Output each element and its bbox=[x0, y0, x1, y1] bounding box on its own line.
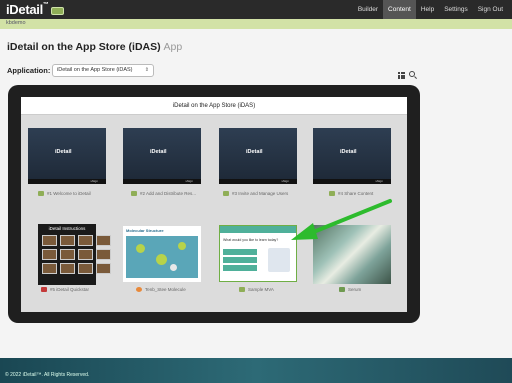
content-tile[interactable]: Molecular Structure bbox=[123, 226, 201, 282]
web-icon bbox=[136, 287, 142, 293]
content-tile[interactable]: iDetail iAlign bbox=[28, 128, 106, 184]
tile-thumbnail: iDetail iAlign bbox=[313, 128, 391, 184]
username: kbdemo bbox=[6, 20, 26, 26]
nav-help[interactable]: Help bbox=[416, 0, 439, 19]
tile-thumbnail bbox=[42, 235, 111, 274]
tile-caption[interactable]: #2 Add and Distribute Res... bbox=[131, 190, 196, 198]
pointer-arrow-icon bbox=[291, 199, 392, 240]
image-icon bbox=[339, 287, 345, 293]
pdf-icon bbox=[41, 287, 47, 293]
logo-badge-icon bbox=[50, 6, 64, 15]
footer: © 2022 iDetail™. All Rights Reserved. bbox=[0, 358, 512, 383]
tile-thumbnail: iDetail iAlign bbox=[28, 128, 106, 184]
tile-option bbox=[223, 249, 257, 255]
nav-builder[interactable]: Builder bbox=[353, 0, 383, 19]
folder-icon bbox=[239, 287, 245, 293]
app-logo[interactable]: iDetail™ bbox=[6, 2, 64, 17]
page-title: iDetail on the App Store (iDAS) App bbox=[7, 41, 183, 53]
nav-content[interactable]: Content bbox=[383, 0, 416, 19]
tile-thumbnail bbox=[126, 236, 198, 278]
application-label: Application: bbox=[7, 66, 51, 75]
top-bar: iDetail™ Builder Content Help Settings S… bbox=[0, 0, 512, 19]
tile-thumbnail-title: Molecular Structure bbox=[126, 228, 164, 233]
nav-sign-out[interactable]: Sign Out bbox=[473, 0, 508, 19]
tile-option bbox=[223, 257, 257, 263]
grid-view-icon[interactable] bbox=[398, 72, 405, 79]
tile-caption[interactable]: #1 Welcome to iDetail bbox=[38, 190, 91, 198]
screen-title: iDetail on the App Store (iDAS) bbox=[21, 97, 407, 115]
tile-option bbox=[223, 265, 257, 271]
application-select[interactable]: iDetail on the App Store (iDAS) ⇕ bbox=[52, 64, 154, 77]
tile-thumbnail bbox=[268, 248, 290, 272]
tile-caption[interactable]: Tenb_Stee Molecule bbox=[136, 286, 186, 294]
content-tile[interactable]: iDetail Instructions bbox=[38, 224, 111, 285]
content-tile[interactable]: iDetail iAlign bbox=[123, 128, 201, 184]
tile-thumbnail: iDetail iAlign bbox=[123, 128, 201, 184]
tile-caption[interactable]: Sample MVA bbox=[239, 286, 274, 294]
content-tile[interactable]: iDetail iAlign bbox=[219, 128, 297, 184]
tile-thumbnail-title: What would you like to learn today? bbox=[223, 238, 279, 242]
folder-icon bbox=[131, 191, 137, 197]
tile-thumbnail-title: iDetail Instructions bbox=[48, 226, 86, 231]
nav-settings[interactable]: Settings bbox=[439, 0, 473, 19]
select-arrows-icon: ⇕ bbox=[144, 67, 149, 73]
folder-icon bbox=[38, 191, 44, 197]
tile-caption[interactable]: #3 Invite and Manage Users bbox=[223, 190, 288, 198]
search-icon[interactable] bbox=[409, 71, 415, 77]
tile-caption[interactable]: Serum bbox=[339, 286, 361, 294]
folder-icon bbox=[223, 191, 229, 197]
content-tile[interactable]: iDetail iAlign bbox=[313, 128, 391, 184]
sub-bar: kbdemo bbox=[0, 19, 512, 29]
main-nav: Builder Content Help Settings Sign Out bbox=[353, 0, 508, 19]
copyright: © 2022 iDetail™. All Rights Reserved. bbox=[5, 372, 90, 378]
tile-thumbnail: iDetail iAlign bbox=[219, 128, 297, 184]
tile-caption[interactable]: #5 iDetail Quickstar bbox=[41, 286, 89, 294]
